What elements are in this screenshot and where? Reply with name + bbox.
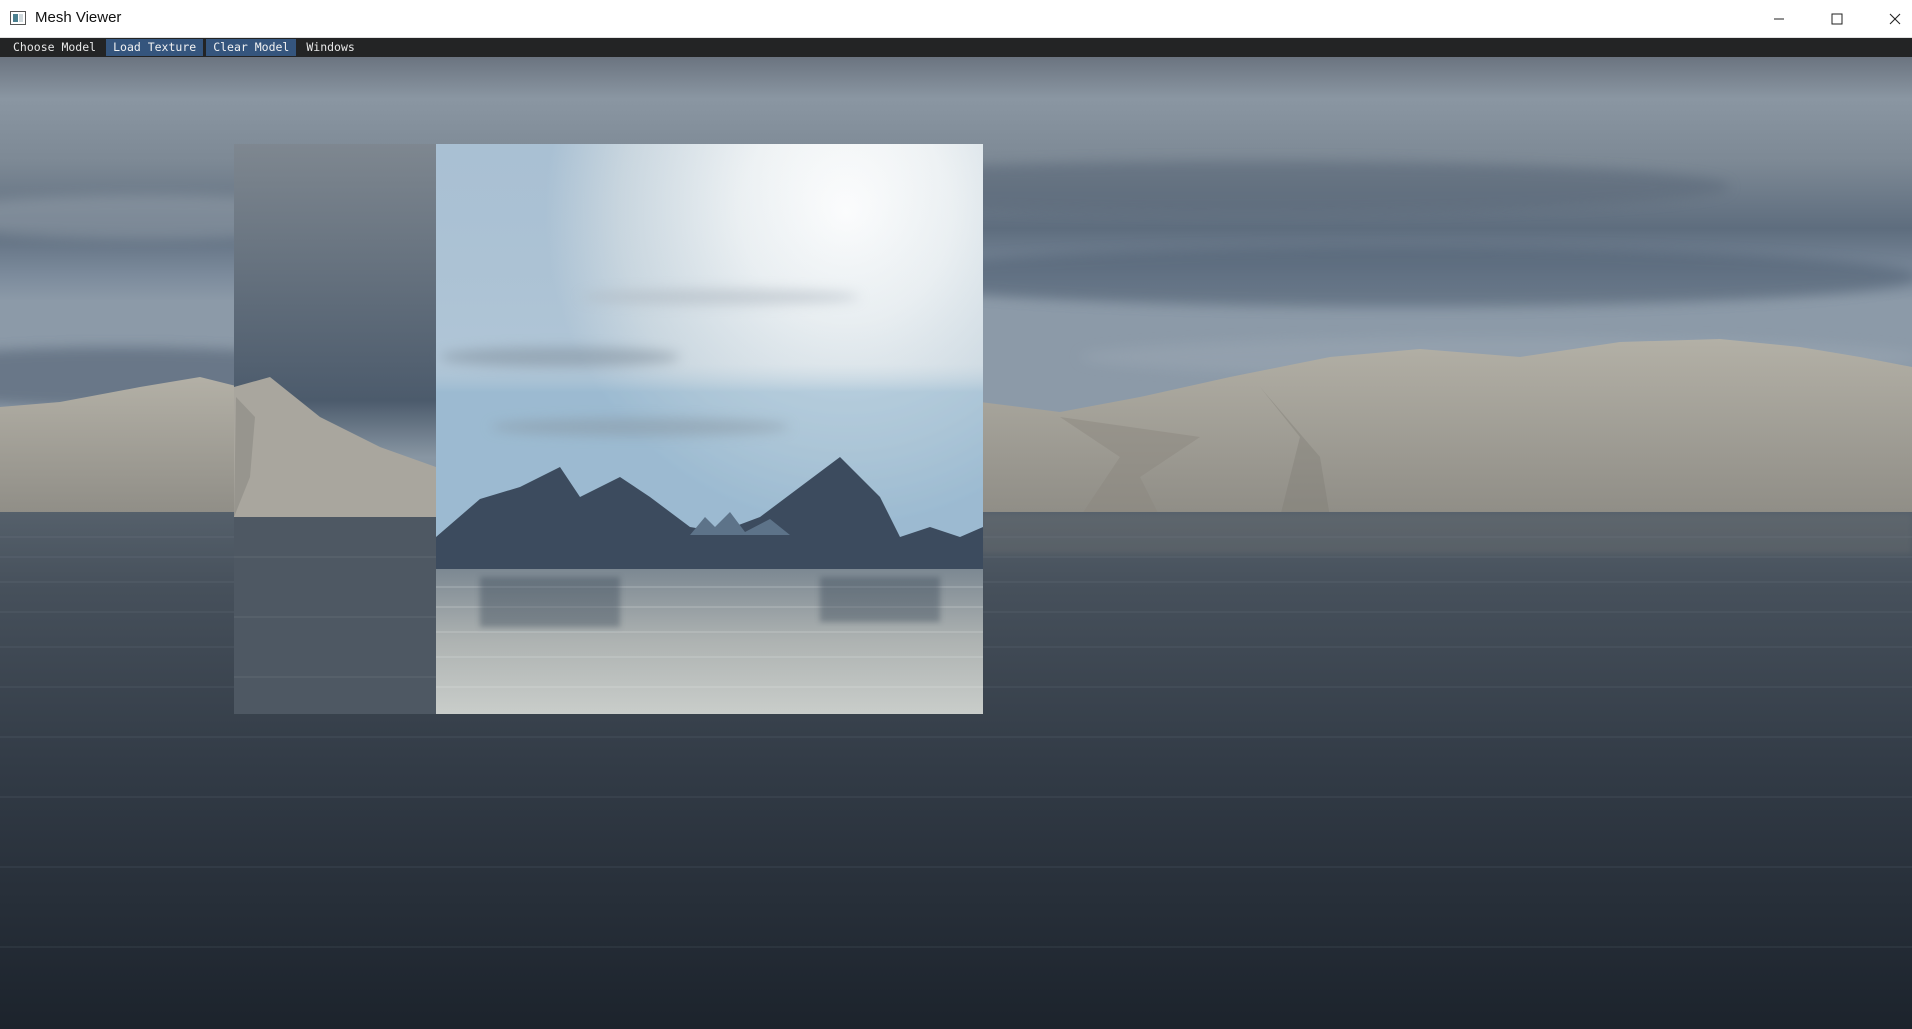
window-title-bar[interactable]: Mesh Viewer (0, 0, 1912, 38)
app-window-icon (10, 11, 26, 25)
app-menubar: Choose Model Load Texture Clear Model Wi… (0, 38, 1912, 57)
menu-windows[interactable]: Windows (299, 39, 361, 56)
close-button[interactable] (1866, 0, 1912, 38)
minimize-icon (1774, 18, 1784, 20)
menu-load-texture[interactable]: Load Texture (106, 39, 204, 56)
skybox-scene (0, 57, 1912, 1029)
maximize-icon (1831, 13, 1843, 25)
maximize-button[interactable] (1808, 0, 1866, 38)
texture-preview-plane (436, 144, 983, 714)
close-icon (1889, 13, 1901, 25)
menu-clear-model[interactable]: Clear Model (206, 39, 297, 56)
minimize-button[interactable] (1750, 0, 1808, 38)
window-title: Mesh Viewer (35, 9, 122, 26)
skybox-side-panel (234, 144, 436, 714)
3d-viewport[interactable] (0, 57, 1912, 1029)
menu-choose-model[interactable]: Choose Model (6, 39, 103, 56)
